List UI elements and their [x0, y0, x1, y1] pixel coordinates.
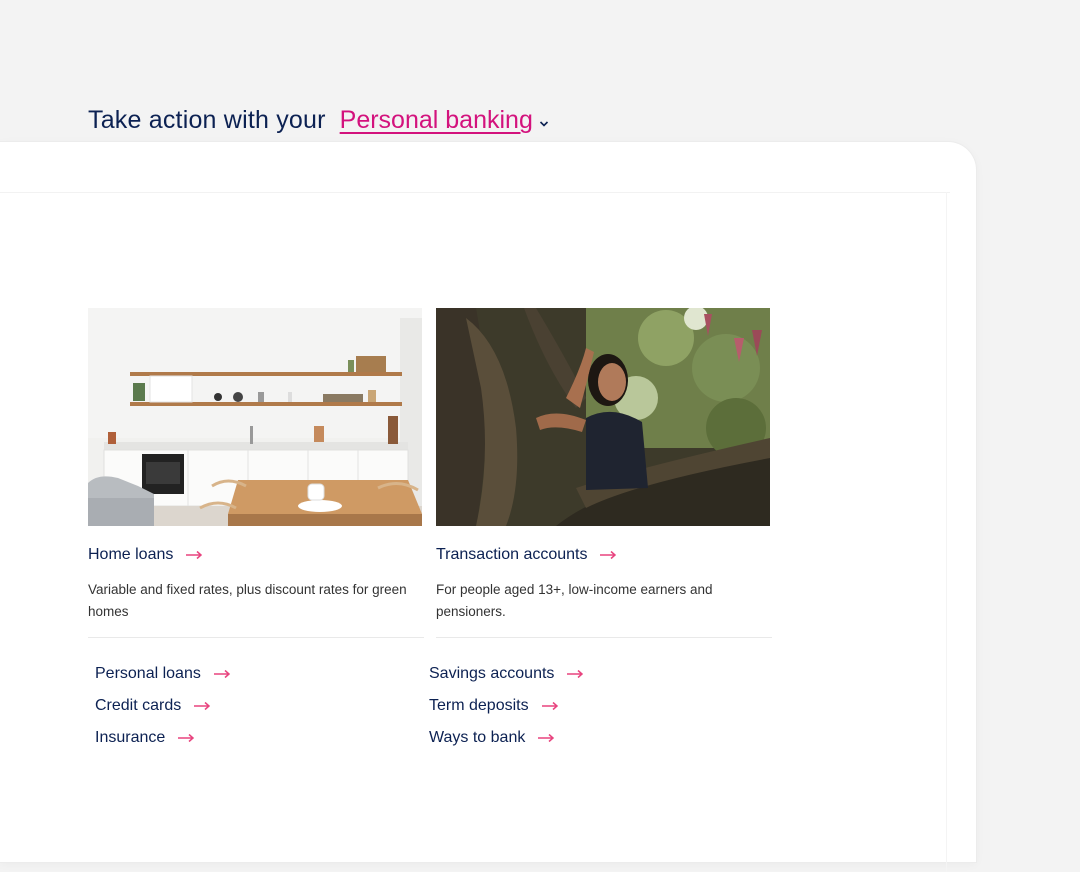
section-heading: Take action with your Personal banking [88, 106, 549, 135]
card-description: Variable and fixed rates, plus discount … [88, 582, 407, 619]
panel-divider [0, 192, 950, 193]
arrow-right-icon [178, 733, 195, 743]
panel-edge [946, 192, 947, 872]
quick-links-left: Personal loans Credit cards Insurance [95, 658, 231, 754]
quick-link-label: Personal loans [95, 665, 201, 682]
segment-dropdown[interactable]: Personal banking [340, 106, 549, 135]
quick-link-label: Ways to bank [429, 729, 526, 746]
card-description: For people aged 13+, low-income earners … [436, 582, 713, 619]
quick-links-right: Savings accounts Term deposits Ways to b… [429, 658, 584, 754]
arrow-right-icon [567, 669, 584, 679]
product-card-transaction-accounts: Transaction accounts For people aged 13+… [436, 308, 772, 638]
quick-link-savings-accounts[interactable]: Savings accounts [429, 658, 584, 690]
quick-link-ways-to-bank[interactable]: Ways to bank [429, 722, 584, 754]
quick-link-personal-loans[interactable]: Personal loans [95, 658, 231, 690]
quick-link-credit-cards[interactable]: Credit cards [95, 690, 231, 722]
kitchen-photo [88, 308, 422, 526]
heading-text: Take action with your [88, 106, 326, 134]
arrow-right-icon [541, 701, 558, 711]
quick-link-label: Insurance [95, 729, 166, 746]
card-title: Transaction accounts [436, 546, 588, 563]
arrow-right-icon [186, 550, 203, 560]
card-divider [436, 637, 772, 638]
arrow-right-icon [213, 669, 230, 679]
card-title: Home loans [88, 546, 174, 563]
segment-dropdown-label: Personal banking [339, 106, 533, 134]
arrow-right-icon [194, 701, 211, 711]
quick-link-label: Term deposits [429, 697, 529, 714]
quick-link-label: Savings accounts [429, 665, 555, 682]
quick-link-term-deposits[interactable]: Term deposits [429, 690, 584, 722]
arrow-right-icon [600, 550, 617, 560]
card-divider [88, 637, 424, 638]
chevron-down-icon [539, 121, 548, 127]
card-link-home-loans[interactable]: Home loans [88, 546, 203, 564]
card-link-transaction-accounts[interactable]: Transaction accounts [436, 546, 617, 564]
product-card-home-loans: Home loans Variable and fixed rates, plu… [88, 308, 424, 638]
arrow-right-icon [538, 733, 555, 743]
girl-in-tree-photo [436, 308, 770, 526]
quick-link-label: Credit cards [95, 697, 182, 714]
quick-link-insurance[interactable]: Insurance [95, 722, 231, 754]
